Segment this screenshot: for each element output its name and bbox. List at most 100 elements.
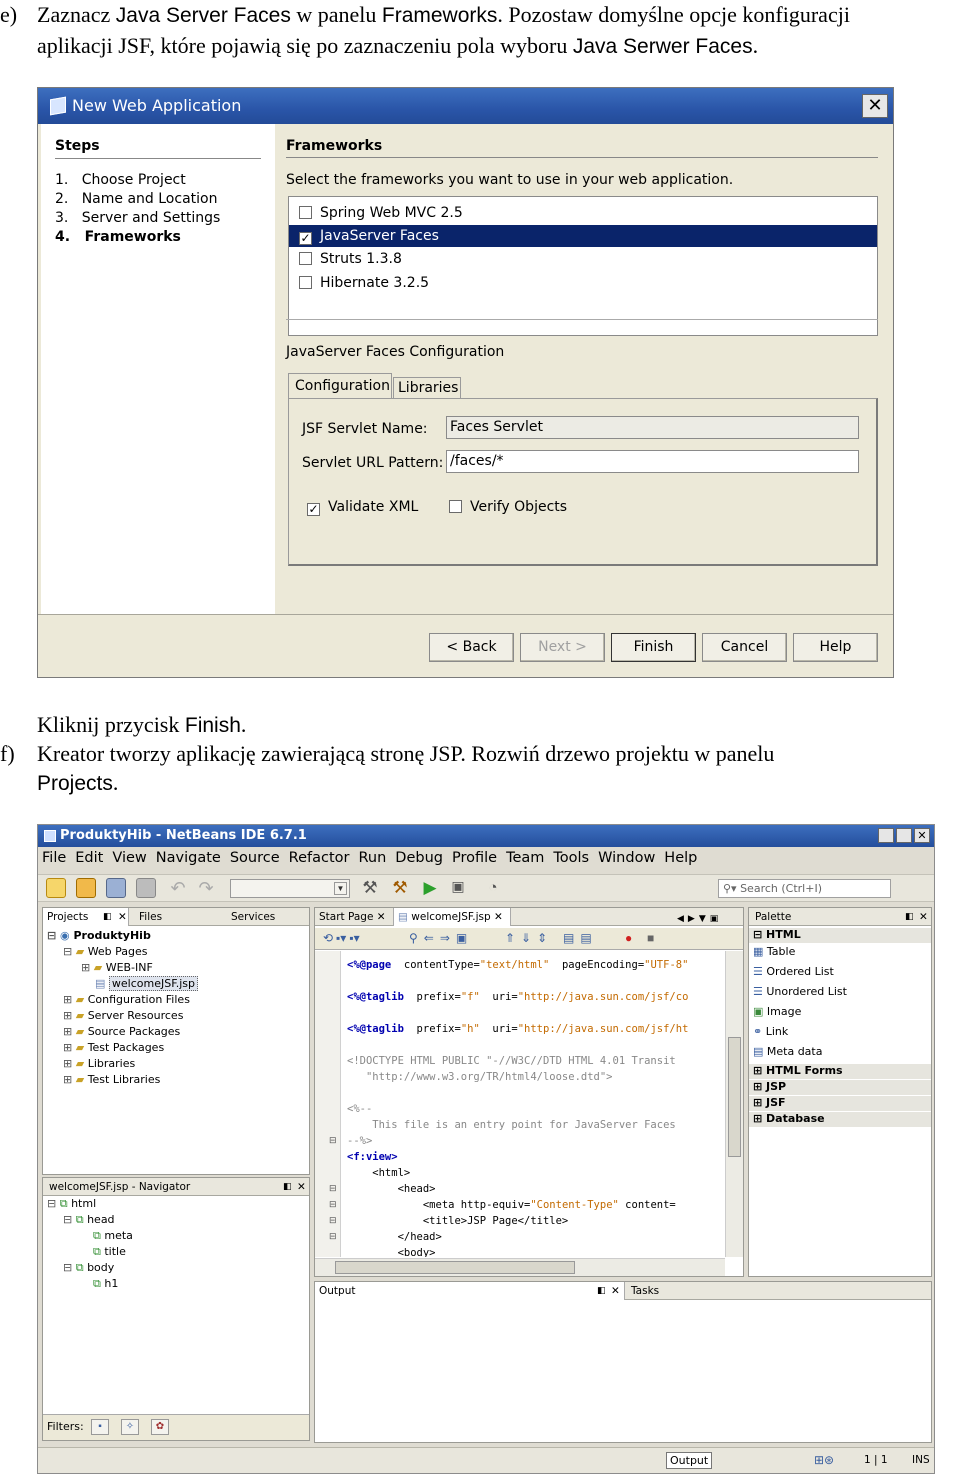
help-button[interactable]: Help bbox=[793, 633, 878, 662]
fold-icon[interactable]: ⊟ bbox=[329, 1215, 337, 1226]
palette-category[interactable]: ⊞ JSF bbox=[749, 1096, 931, 1111]
minimize-panel-icon[interactable]: ◧ bbox=[283, 1178, 292, 1196]
filter-static-icon[interactable]: ✧ bbox=[121, 1419, 139, 1435]
tab-projects[interactable]: Projects ◧ ✕ bbox=[43, 908, 129, 926]
profile-icon[interactable]: ◔ bbox=[483, 878, 503, 898]
validate-xml-option[interactable]: ✓ Validate XML bbox=[307, 499, 418, 516]
horizontal-scrollbar[interactable] bbox=[315, 1258, 725, 1276]
palette-item[interactable]: ▦ Table bbox=[753, 945, 795, 959]
tree-node[interactable]: ⊞ ▰ Configuration Files bbox=[63, 992, 190, 1008]
vertical-scrollbar[interactable] bbox=[725, 951, 743, 1257]
close-icon[interactable]: ✕ bbox=[919, 908, 928, 926]
configuration-combo[interactable]: ▼ bbox=[230, 879, 350, 898]
clean-build-icon[interactable]: ⚒ bbox=[390, 878, 410, 898]
checkbox[interactable] bbox=[299, 252, 312, 265]
redo-icon[interactable]: ↷ bbox=[196, 878, 216, 898]
tab-output[interactable]: Output ◧ ✕ bbox=[315, 1282, 625, 1300]
tree-node[interactable]: ⊞ ▰ Source Packages bbox=[63, 1024, 180, 1040]
nav-node-head[interactable]: ⊟ ⧉ head bbox=[63, 1212, 115, 1228]
tree-node-web-inf[interactable]: ⊞ ▰ WEB-INF bbox=[81, 960, 153, 976]
tab-libraries[interactable]: Libraries bbox=[393, 377, 461, 399]
close-button[interactable]: ✕ bbox=[862, 94, 888, 118]
framework-row[interactable]: Spring Web MVC 2.5 bbox=[299, 202, 875, 224]
palette-category[interactable]: ⊞ HTML Forms bbox=[749, 1064, 931, 1079]
search-field[interactable]: ⚲▾ Search (Ctrl+I) bbox=[718, 879, 891, 898]
scroll-thumb[interactable] bbox=[728, 1037, 741, 1157]
save-all-icon[interactable] bbox=[136, 878, 156, 898]
palette-item[interactable]: ▤ Meta data bbox=[753, 1045, 822, 1059]
tree-node-web-pages[interactable]: ⊟ ▰ Web Pages bbox=[63, 944, 148, 960]
build-hammer-icon[interactable]: ⚒ bbox=[360, 878, 380, 898]
checkbox-checked[interactable]: ✓ bbox=[299, 232, 312, 245]
fold-icon[interactable]: ⊟ bbox=[329, 1183, 337, 1194]
menu-team[interactable]: Team bbox=[506, 850, 544, 866]
palette-item[interactable]: ☰ Ordered List bbox=[753, 965, 834, 979]
menu-debug[interactable]: Debug bbox=[395, 850, 443, 866]
fold-icon[interactable]: ⊟ bbox=[329, 1231, 337, 1242]
cancel-button[interactable]: Cancel bbox=[702, 633, 787, 662]
framework-row[interactable]: Struts 1.3.8 bbox=[299, 248, 875, 270]
stop-macro-icon[interactable]: ■ bbox=[647, 931, 654, 946]
back-button[interactable]: < Back bbox=[429, 633, 514, 662]
checkbox[interactable] bbox=[299, 206, 312, 219]
nav-node-title[interactable]: ⧉ title bbox=[93, 1244, 126, 1260]
new-file-icon[interactable] bbox=[46, 878, 66, 898]
nav-node-meta[interactable]: ⧉ meta bbox=[93, 1228, 133, 1244]
record-macro-icon[interactable]: ● bbox=[625, 931, 632, 946]
palette-item[interactable]: ☰ Unordered List bbox=[753, 985, 847, 999]
menu-help[interactable]: Help bbox=[664, 850, 697, 866]
palette-item[interactable]: ⚭ Link bbox=[753, 1025, 788, 1039]
minimize-icon[interactable] bbox=[878, 828, 894, 843]
tree-node-welcomejsf[interactable]: ▤ welcomeJSF.jsp bbox=[95, 976, 199, 992]
menu-tools[interactable]: Tools bbox=[553, 850, 589, 866]
checkbox-checked[interactable]: ✓ bbox=[307, 503, 320, 516]
filter-fields-icon[interactable]: ▪ bbox=[91, 1419, 109, 1435]
close-icon[interactable]: ✕ bbox=[914, 828, 930, 843]
open-project-icon[interactable] bbox=[106, 878, 126, 898]
fold-icon[interactable]: ⊟ bbox=[329, 1199, 337, 1210]
nav-node-html[interactable]: ⊟ ⧉ html bbox=[47, 1196, 96, 1212]
tab-tasks[interactable]: Tasks bbox=[631, 1282, 659, 1300]
source-history-icons[interactable]: ⟲ ▪▾ ▪▾ bbox=[323, 931, 360, 946]
menu-file[interactable]: File bbox=[42, 850, 66, 866]
tree-node[interactable]: ⊞ ▰ Test Packages bbox=[63, 1040, 164, 1056]
close-icon[interactable]: ✕ bbox=[611, 1282, 620, 1300]
menu-view[interactable]: View bbox=[112, 850, 146, 866]
bookmark-icons[interactable]: ⇑⇓⇕ bbox=[505, 931, 553, 946]
run-icon[interactable]: ▶ bbox=[420, 878, 440, 898]
finish-button[interactable]: Finish bbox=[611, 633, 696, 662]
tree-node[interactable]: ⊞ ▰ Test Libraries bbox=[63, 1072, 160, 1088]
next-button[interactable]: Next > bbox=[520, 633, 605, 662]
tab-services[interactable]: Services bbox=[227, 908, 275, 926]
tab-files[interactable]: Files bbox=[135, 908, 162, 926]
framework-row[interactable]: Hibernate 3.2.5 bbox=[299, 272, 875, 294]
palette-category[interactable]: ⊞ Database bbox=[749, 1112, 931, 1127]
close-icon[interactable]: ✕ bbox=[297, 1178, 306, 1196]
verify-objects-option[interactable]: Verify Objects bbox=[449, 499, 567, 515]
comment-icons[interactable]: ▤▤ bbox=[563, 931, 598, 946]
filter-nonpublic-icon[interactable]: ✿ bbox=[151, 1419, 169, 1435]
nav-node-body[interactable]: ⊟ ⧉ body bbox=[63, 1260, 114, 1276]
output-toggle[interactable]: Output bbox=[666, 1452, 713, 1469]
new-project-icon[interactable] bbox=[76, 878, 96, 898]
checkbox[interactable] bbox=[449, 500, 462, 513]
menu-run[interactable]: Run bbox=[358, 850, 386, 866]
tab-configuration[interactable]: Configuration bbox=[288, 373, 392, 399]
tree-node[interactable]: ⊞ ▰ Libraries bbox=[63, 1056, 135, 1072]
framework-row-selected[interactable]: ✓ JavaServer Faces bbox=[289, 225, 877, 247]
tab-start-page[interactable]: Start Page ✕ bbox=[319, 908, 386, 926]
palette-item[interactable]: ▣ Image bbox=[753, 1005, 801, 1019]
menu-window[interactable]: Window bbox=[598, 850, 655, 866]
debug-icon[interactable]: ▣ bbox=[448, 878, 468, 898]
menu-profile[interactable]: Profile bbox=[452, 850, 497, 866]
nav-node-h1[interactable]: ⧉ h1 bbox=[93, 1276, 118, 1292]
search-nav-icons[interactable]: ⚲⇐⇒▣ bbox=[409, 931, 473, 946]
tree-node-project[interactable]: ⊟ ◉ ProduktyHib bbox=[47, 928, 151, 944]
undo-icon[interactable]: ↶ bbox=[168, 878, 188, 898]
minimize-panel-icon[interactable]: ◧ bbox=[103, 908, 112, 926]
url-pattern-field[interactable]: /faces/* bbox=[446, 450, 859, 473]
minimize-panel-icon[interactable]: ◧ bbox=[597, 1282, 606, 1300]
menu-navigate[interactable]: Navigate bbox=[156, 850, 221, 866]
checkbox[interactable] bbox=[299, 276, 312, 289]
menu-edit[interactable]: Edit bbox=[75, 850, 103, 866]
